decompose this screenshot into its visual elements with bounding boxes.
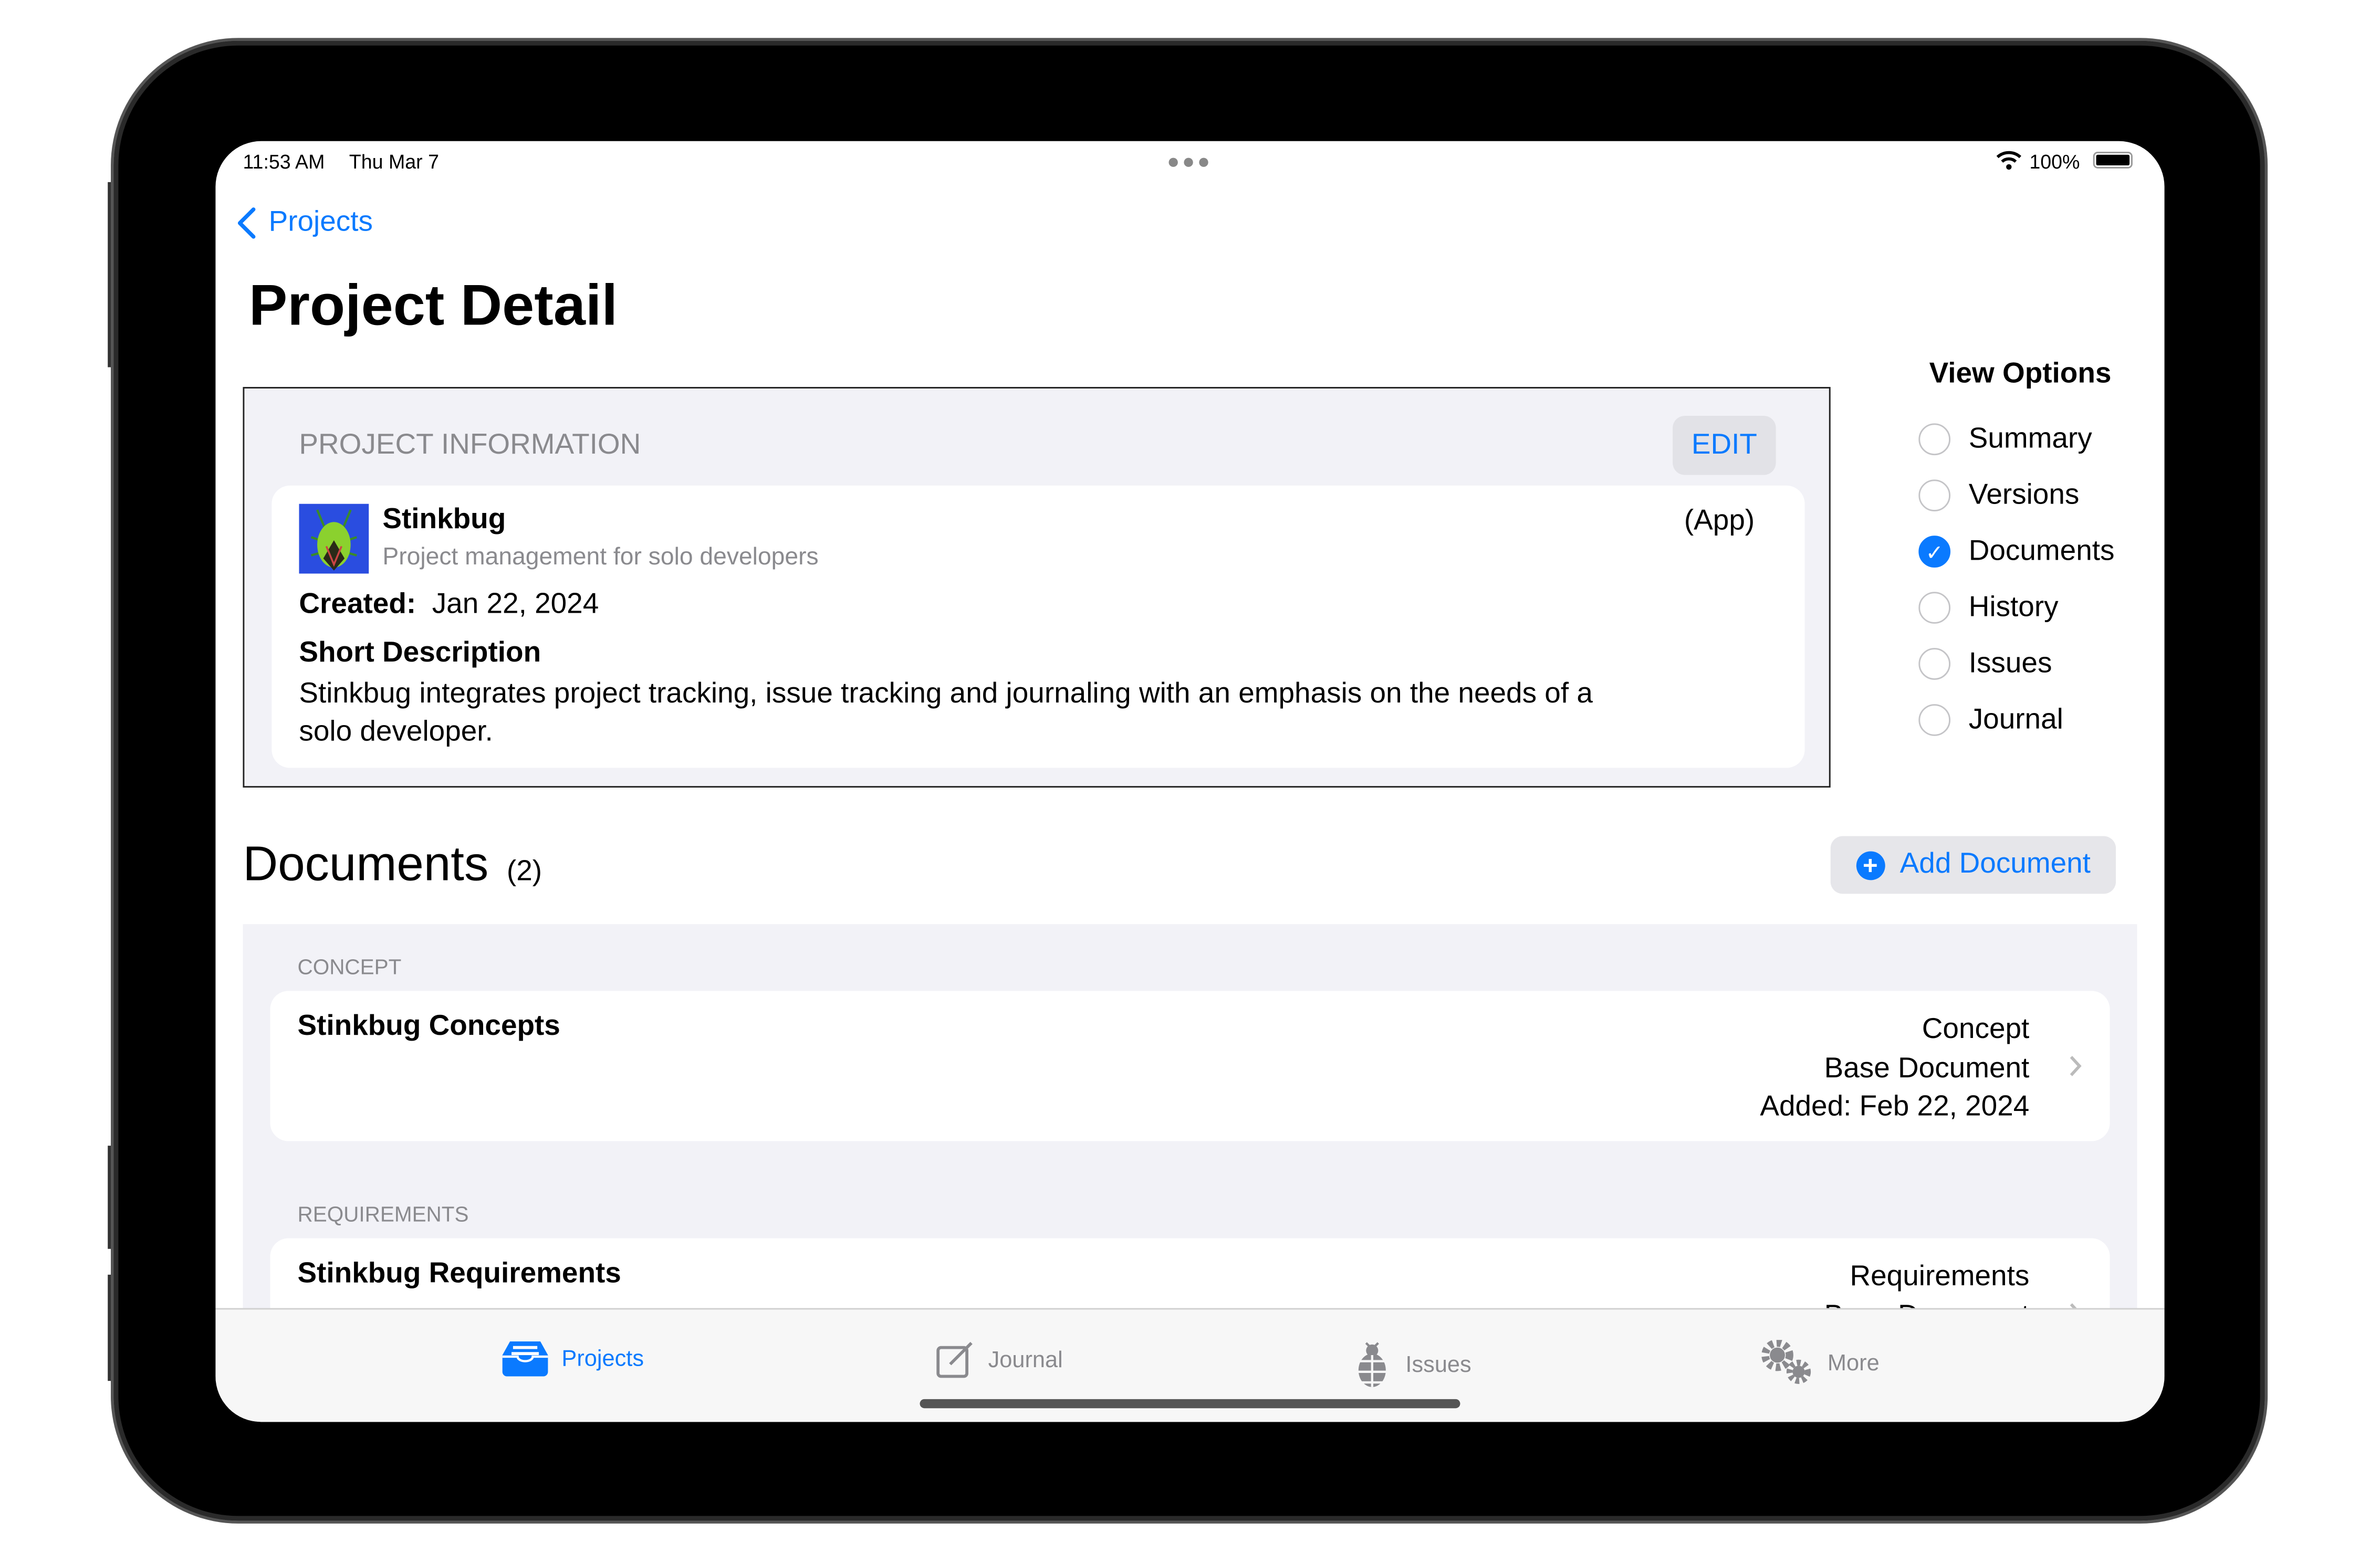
stinkbug-app-icon [299,503,369,574]
plus-circle-icon: + [1855,851,1885,879]
view-option-versions[interactable]: Versions [1918,467,2114,523]
device-frame: 11:53 AM Thu Mar 7 100% Projects Project… [0,0,2380,1563]
screen: 11:53 AM Thu Mar 7 100% Projects Project… [215,141,2165,1422]
project-information-section: PROJECT INFORMATION EDIT Stinkbug Projec… [243,387,1831,788]
tab-label: Issues [1405,1351,1471,1377]
tray-icon [502,1341,548,1377]
chevron-left-icon [237,207,256,239]
radio-button[interactable] [1918,479,1951,512]
back-label: Projects [268,206,373,238]
tab-more[interactable]: More [1761,1340,1880,1386]
view-option-issues[interactable]: Issues [1918,636,2114,692]
battery-icon [2093,152,2133,169]
project-subtitle: Project management for solo developers [382,544,819,571]
radio-button[interactable] [1918,592,1951,624]
option-label: Documents [1968,534,2115,567]
add-document-button[interactable]: + Add Document [1830,836,2116,894]
radio-button[interactable] [1918,423,1951,456]
view-option-history[interactable]: History [1918,580,2114,636]
battery-percent: 100% [2029,150,2080,173]
view-option-documents[interactable]: ✓ Documents [1918,523,2115,580]
option-label: Summary [1968,422,2092,455]
document-added: Added: Feb 22, 2024 [1760,1091,2030,1123]
compose-icon [936,1341,973,1378]
tab-label: Journal [988,1347,1063,1373]
bug-icon [1352,1342,1392,1387]
page-title: Project Detail [249,275,618,339]
multitasking-dots[interactable] [1168,158,1208,167]
created-value: Jan 22, 2024 [432,589,599,621]
documents-count: (2) [506,856,542,888]
option-label: Issues [1968,647,2052,679]
checkmark-icon[interactable]: ✓ [1918,536,1951,568]
document-type: Concept [1922,1013,2030,1046]
project-name: Stinkbug [382,503,506,536]
status-date: Thu Mar 7 [349,150,440,173]
edit-button[interactable]: EDIT [1673,415,1776,475]
radio-button[interactable] [1918,704,1951,736]
volume-up-button [108,1146,112,1249]
wifi-icon [1996,151,2021,170]
radio-button[interactable] [1918,648,1951,680]
project-card: Stinkbug Project management for solo dev… [272,485,1805,768]
document-row[interactable]: Stinkbug Concepts Concept Base Document … [270,991,2110,1141]
short-description-label: Short Description [299,637,541,669]
view-options-title: View Options [1929,358,2112,390]
tab-projects[interactable]: Projects [501,1340,644,1377]
documents-heading: Documents (2) [243,836,542,893]
section-header-requirements: REQUIREMENTS [297,1202,469,1226]
documents-list: CONCEPT Stinkbug Concepts Concept Base D… [243,924,2137,1389]
section-header: PROJECT INFORMATION [299,429,641,461]
home-indicator[interactable] [920,1399,1460,1409]
status-time: 11:53 AM [243,150,325,173]
option-label: Journal [1968,703,2063,736]
document-name: Stinkbug Requirements [297,1258,621,1290]
back-button[interactable]: Projects [237,206,373,240]
document-kind: Base Document [1824,1052,2030,1085]
project-type: (App) [1684,505,1755,538]
document-meta: Concept Base Document Added: Feb 22, 202… [1760,1011,2029,1127]
option-label: Versions [1968,478,2080,511]
short-description: Stinkbug integrates project tracking, is… [299,678,1593,748]
section-header-concept: CONCEPT [297,954,402,979]
volume-down-button [108,1274,112,1381]
top-button [108,182,112,368]
view-option-summary[interactable]: Summary [1918,411,2114,467]
created-label: Created: [299,589,416,621]
document-name: Stinkbug Concepts [297,1010,560,1043]
tab-issues[interactable]: Issues [1351,1340,1471,1388]
chevron-right-icon [2070,1056,2082,1076]
option-label: History [1968,591,2059,623]
tab-journal[interactable]: Journal [935,1340,1063,1379]
tab-label: More [1827,1349,1880,1376]
created-row: Created: Jan 22, 2024 [299,589,599,622]
add-document-label: Add Document [1899,848,2091,880]
document-type: Requirements [1850,1261,2030,1293]
view-option-journal[interactable]: Journal [1918,692,2114,748]
tab-label: Projects [561,1345,644,1371]
documents-title: Documents [243,836,489,891]
gears-icon [1761,1340,1811,1384]
view-options-list: Summary Versions ✓ Documents History Issu… [1918,411,2115,748]
